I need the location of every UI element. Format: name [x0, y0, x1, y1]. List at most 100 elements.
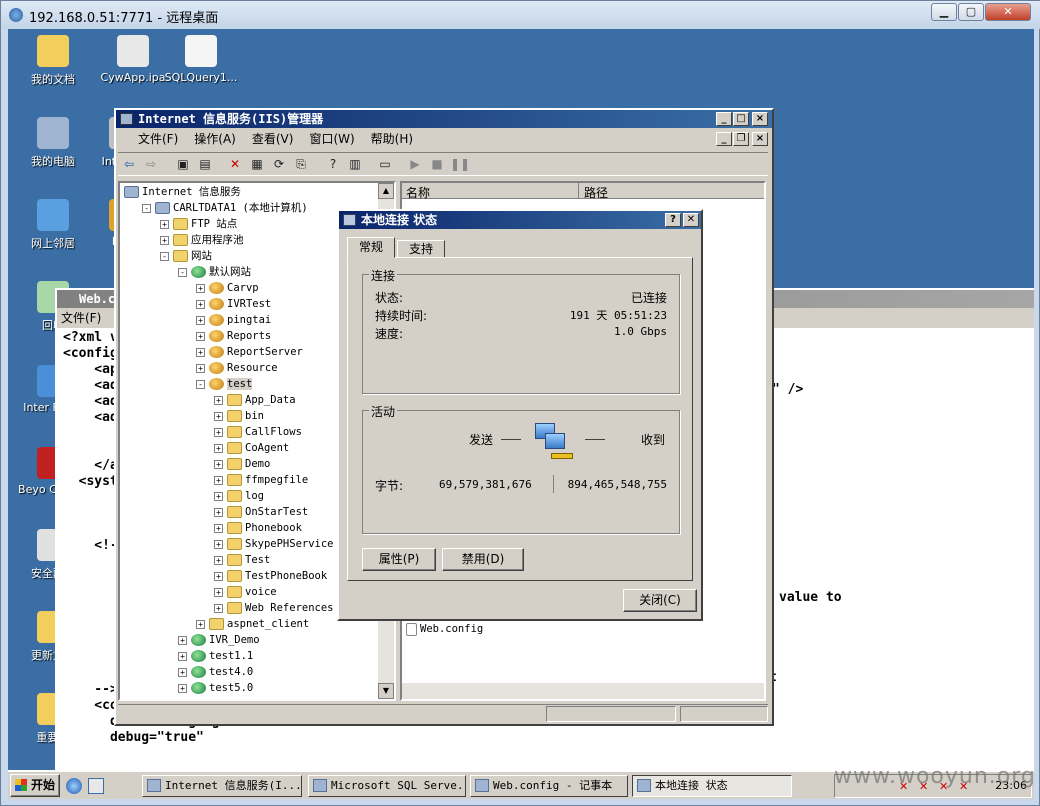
tree-node[interactable]: + Reports [196, 328, 271, 344]
desktop-icon-cywapp[interactable]: CywApp.ipa [96, 35, 170, 84]
expand-icon[interactable]: + [196, 283, 205, 293]
tree-node[interactable]: + pingtai [196, 312, 271, 328]
iis-minimize-button[interactable]: _ [716, 112, 732, 126]
tree-node[interactable]: + IVRTest [196, 296, 271, 312]
properties-icon[interactable]: ▦ [248, 155, 266, 173]
tree-node[interactable]: + test1.1 [178, 648, 253, 664]
tree-node[interactable]: + Carvp [196, 280, 259, 296]
explorer-quicklaunch-icon[interactable] [88, 778, 104, 794]
child-minimize-button[interactable]: _ [716, 132, 732, 146]
properties-button[interactable]: 属性(P) [362, 548, 436, 571]
expand-icon[interactable]: + [214, 459, 223, 469]
dialog-close-x-button[interactable]: ✕ [683, 213, 699, 227]
back-icon[interactable]: ⇦ [120, 155, 138, 173]
tree-node[interactable]: + CoAgent [214, 440, 289, 456]
dialog-titlebar[interactable]: 本地连接 状态 [339, 211, 701, 229]
tree-node[interactable]: + FTP 站点 [160, 216, 237, 232]
iis-menu-item[interactable]: 查看(V) [244, 130, 302, 148]
maximize-button[interactable]: ▢ [958, 3, 984, 21]
console-icon[interactable]: ▥ [346, 155, 364, 173]
tree-node[interactable]: + SkypePHService [214, 536, 334, 552]
expand-icon[interactable]: + [214, 395, 223, 405]
pause-icon[interactable]: ❚❚ [450, 155, 470, 173]
tree-node[interactable]: + CallFlows [214, 424, 302, 440]
collapse-icon[interactable]: - [160, 251, 169, 261]
minimize-button[interactable]: ▁ [931, 3, 957, 21]
start-button[interactable]: 开始 [10, 774, 60, 797]
tree-node[interactable]: + TestPhoneBook [214, 568, 327, 584]
expand-icon[interactable]: + [214, 539, 223, 549]
iis-menu-item[interactable]: 文件(F) [116, 130, 186, 148]
tree-node[interactable]: + aspnet_client [196, 616, 309, 632]
column-name-header[interactable]: 名称 [406, 184, 430, 201]
expand-icon[interactable]: + [214, 443, 223, 453]
tree-node[interactable]: + test5.0 [178, 680, 253, 696]
show-tree-icon[interactable]: ▤ [196, 155, 214, 173]
delete-icon[interactable]: ✕ [226, 155, 244, 173]
tree-node[interactable]: + log [214, 488, 264, 504]
forward-icon[interactable]: ⇨ [142, 155, 160, 173]
start-icon[interactable]: ▶ [406, 155, 424, 173]
tree-node[interactable]: Internet 信息服务 [124, 184, 241, 200]
expand-icon[interactable]: + [214, 603, 223, 613]
child-restore-button[interactable]: ❐ [733, 132, 749, 146]
export-icon[interactable]: ⎘ [292, 155, 310, 173]
tree-node[interactable]: + Test [214, 552, 270, 568]
taskbar-button[interactable]: 本地连接 状态 [632, 775, 792, 797]
tree-node[interactable]: + OnStarTest [214, 504, 308, 520]
tree-node[interactable]: - test [196, 376, 253, 392]
up-folder-icon[interactable]: ▣ [174, 155, 192, 173]
close-button[interactable]: 关闭(C) [623, 589, 697, 612]
tree-node[interactable]: - CARLTDATA1 (本地计算机) [142, 200, 308, 216]
expand-icon[interactable]: + [214, 555, 223, 565]
expand-icon[interactable]: + [214, 427, 223, 437]
collapse-icon[interactable]: - [196, 379, 205, 389]
help-icon[interactable]: ? [324, 155, 342, 173]
iis-titlebar[interactable]: Internet 信息服务(IIS)管理器 [116, 110, 772, 128]
expand-icon[interactable]: + [196, 331, 205, 341]
expand-icon[interactable]: + [196, 315, 205, 325]
tree-node[interactable]: + App_Data [214, 392, 296, 408]
tree-node[interactable]: + Resource [196, 360, 278, 376]
expand-icon[interactable]: + [178, 635, 187, 645]
expand-icon[interactable]: + [196, 619, 205, 629]
iis-menu-item[interactable]: 帮助(H) [363, 130, 421, 148]
expand-icon[interactable]: + [214, 491, 223, 501]
desktop-icon-mydocs[interactable]: 我的文档 [16, 35, 90, 87]
expand-icon[interactable]: + [178, 683, 187, 693]
ie-quicklaunch-icon[interactable] [66, 778, 82, 794]
stop-icon[interactable]: ■ [428, 155, 446, 173]
desktop-icon-sqlquery[interactable]: SQLQuery1... [164, 35, 238, 84]
refresh-icon[interactable]: ⟳ [270, 155, 288, 173]
disable-button[interactable]: 禁用(D) [442, 548, 524, 571]
tree-node[interactable]: + Web References [214, 600, 334, 616]
tree-node[interactable]: + test4.0 [178, 664, 253, 680]
expand-icon[interactable]: + [160, 219, 169, 229]
expand-icon[interactable]: + [214, 411, 223, 421]
child-close-button[interactable]: × [752, 132, 768, 146]
list-item[interactable]: Web.config [406, 621, 483, 637]
dialog-help-button[interactable]: ? [665, 213, 681, 227]
expand-icon[interactable]: + [196, 363, 205, 373]
tree-node[interactable]: + bin [214, 408, 264, 424]
expand-icon[interactable]: + [196, 347, 205, 357]
taskbar-button[interactable]: Microsoft SQL Serve... [308, 775, 466, 797]
computer-icon[interactable]: ▭ [376, 155, 394, 173]
tree-node[interactable]: + Phonebook [214, 520, 302, 536]
remote-desktop-titlebar[interactable]: 192.168.0.51:7771 - 远程桌面 ▁ ▢ ✕ [1, 1, 1040, 29]
expand-icon[interactable]: + [178, 651, 187, 661]
tree-node[interactable]: + 应用程序池 [160, 232, 244, 248]
collapse-icon[interactable]: - [142, 203, 151, 213]
expand-icon[interactable]: + [214, 523, 223, 533]
iis-close-button[interactable]: × [752, 112, 768, 126]
iis-menu-item[interactable]: 窗口(W) [301, 130, 362, 148]
expand-icon[interactable]: + [196, 299, 205, 309]
tree-node[interactable]: + Demo [214, 456, 270, 472]
connection-status-dialog[interactable]: 本地连接 状态 ? ✕ 常规 支持 连接 状态: 已连接 持续时间: 191 天… [337, 209, 703, 621]
desktop-icon-network[interactable]: 网上邻居 [16, 199, 90, 251]
taskbar-button[interactable]: Internet 信息服务(I... [142, 775, 302, 797]
expand-icon[interactable]: + [178, 667, 187, 677]
expand-icon[interactable]: + [160, 235, 169, 245]
iis-maximize-button[interactable]: □ [733, 112, 749, 126]
close-button[interactable]: ✕ [985, 3, 1031, 21]
